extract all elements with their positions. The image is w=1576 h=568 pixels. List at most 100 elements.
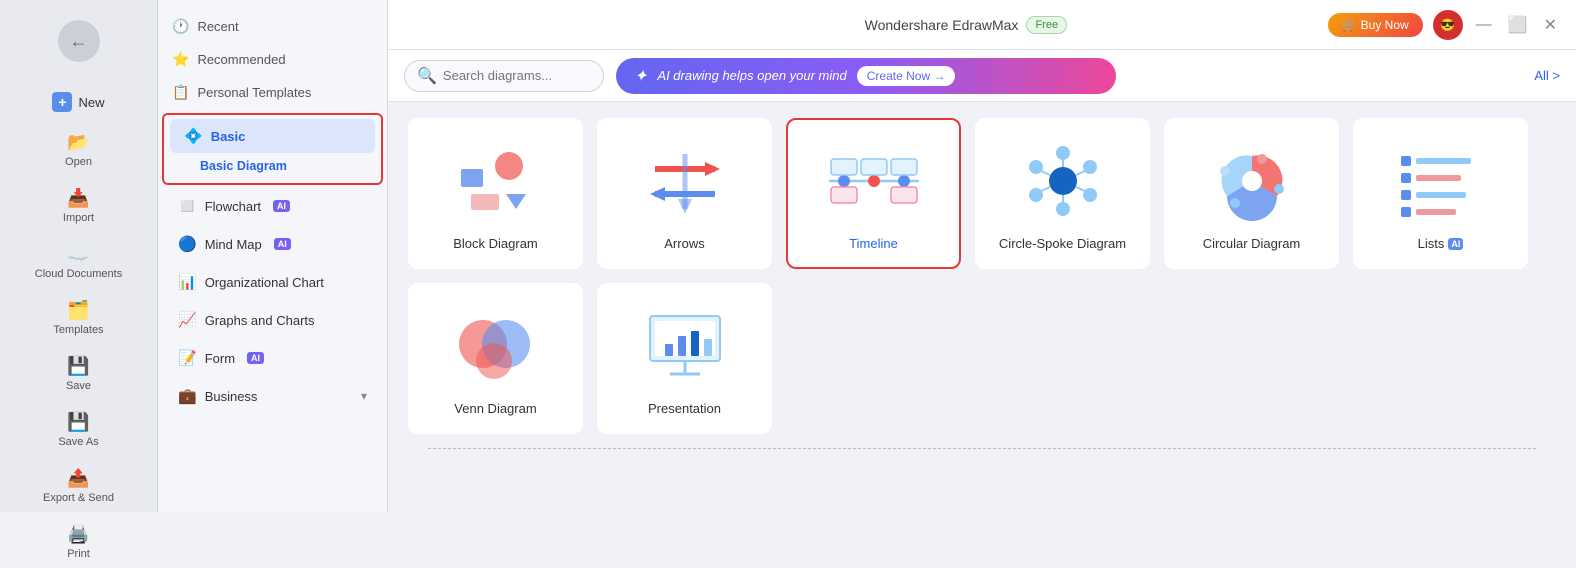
recommended-label: Recommended bbox=[197, 52, 285, 67]
block-diagram-label: Block Diagram bbox=[453, 236, 538, 251]
all-label: All > bbox=[1534, 68, 1560, 83]
print-label: Print bbox=[67, 548, 90, 560]
sidebar-item-import[interactable]: 📥 Import bbox=[6, 180, 151, 232]
sidebar-item-cloud[interactable]: ☁️ Cloud Documents bbox=[6, 236, 151, 288]
recent-item[interactable]: 🕐 Recent bbox=[158, 10, 387, 43]
orgchart-category[interactable]: 📊 Organizational Chart bbox=[164, 265, 381, 299]
create-now-button[interactable]: Create Now → bbox=[857, 66, 956, 86]
business-icon: 💼 bbox=[178, 387, 197, 405]
search-icon: 🔍 bbox=[417, 66, 437, 86]
mid-top-section: 🕐 Recent ⭐ Recommended 📋 Personal Templa… bbox=[158, 10, 387, 109]
basic-diagram-label: Basic Diagram bbox=[200, 159, 287, 173]
graphs-category[interactable]: 📈 Graphs and Charts bbox=[164, 303, 381, 337]
form-icon: 📝 bbox=[178, 349, 197, 367]
sidebar-item-save[interactable]: 💾 Save bbox=[6, 348, 151, 400]
cloud-icon: ☁️ bbox=[67, 244, 89, 265]
flowchart-icon: ◻️ bbox=[178, 197, 197, 215]
flowchart-label: Flowchart bbox=[205, 199, 261, 214]
personal-label: Personal Templates bbox=[197, 85, 311, 100]
circle-spoke-card[interactable]: Circle-Spoke Diagram bbox=[975, 118, 1150, 269]
ai-banner: ✦ AI drawing helps open your mind Create… bbox=[616, 58, 1116, 94]
block-diagram-card[interactable]: Block Diagram bbox=[408, 118, 583, 269]
arrows-label: Arrows bbox=[664, 236, 704, 251]
export-label: Export & Send bbox=[43, 492, 114, 504]
print-icon: 🖨️ bbox=[67, 524, 89, 545]
orgchart-icon: 📊 bbox=[178, 273, 197, 291]
free-badge: Free bbox=[1026, 16, 1067, 34]
folder-icon: 📂 bbox=[67, 132, 89, 153]
header-right: 🛒 Buy Now 😎 — ⬜ ✕ bbox=[1328, 10, 1560, 40]
save-as-icon: 💾 bbox=[67, 412, 89, 433]
personal-icon: 📋 bbox=[172, 84, 189, 101]
circle-spoke-visual bbox=[1018, 136, 1108, 226]
cart-icon: 🛒 bbox=[1342, 18, 1357, 32]
buy-now-button[interactable]: 🛒 Buy Now bbox=[1328, 13, 1423, 37]
dashed-separator bbox=[428, 448, 1536, 449]
presentation-card[interactable]: Presentation bbox=[597, 283, 772, 434]
search-input[interactable] bbox=[443, 68, 583, 83]
graphs-icon: 📈 bbox=[178, 311, 197, 329]
orgchart-label: Organizational Chart bbox=[205, 275, 324, 290]
import-icon: 📥 bbox=[67, 188, 89, 209]
all-link[interactable]: All > bbox=[1534, 68, 1560, 83]
circular-visual bbox=[1207, 136, 1297, 226]
maximize-button[interactable]: ⬜ bbox=[1505, 12, 1531, 38]
circular-card[interactable]: Circular Diagram bbox=[1164, 118, 1339, 269]
venn-visual bbox=[451, 301, 541, 391]
mindmap-icon: 🔵 bbox=[178, 235, 197, 253]
flowchart-category[interactable]: ◻️ Flowchart AI bbox=[164, 189, 381, 223]
app-header: Wondershare EdrawMax Free 🛒 Buy Now 😎 — … bbox=[388, 0, 1576, 50]
arrows-card[interactable]: Arrows bbox=[597, 118, 772, 269]
form-ai-badge: AI bbox=[247, 352, 264, 364]
timeline-label: Timeline bbox=[849, 236, 898, 251]
form-category[interactable]: 📝 Form AI bbox=[164, 341, 381, 375]
sidebar-item-new[interactable]: + New bbox=[6, 84, 151, 120]
sidebar-item-open[interactable]: 📂 Open bbox=[6, 124, 151, 176]
import-label: Import bbox=[63, 212, 94, 224]
personal-templates-item[interactable]: 📋 Personal Templates bbox=[158, 76, 387, 109]
diagram-row-1: Block Diagram Arrows bbox=[408, 118, 1556, 269]
presentation-label: Presentation bbox=[648, 401, 721, 416]
presentation-visual bbox=[640, 301, 730, 391]
lists-card[interactable]: Lists AI bbox=[1353, 118, 1528, 269]
header-center: Wondershare EdrawMax Free bbox=[865, 16, 1067, 34]
business-label: Business bbox=[205, 389, 258, 404]
form-section: 📝 Form AI bbox=[158, 341, 387, 375]
plus-icon: + bbox=[52, 92, 72, 112]
search-box[interactable]: 🔍 bbox=[404, 60, 604, 92]
orgchart-section: 📊 Organizational Chart bbox=[158, 265, 387, 299]
business-section: 💼 Business ▾ bbox=[158, 379, 387, 413]
sidebar-item-export[interactable]: 📤 Export & Send bbox=[6, 460, 151, 512]
save-icon: 💾 bbox=[67, 356, 89, 377]
venn-card[interactable]: Venn Diagram bbox=[408, 283, 583, 434]
cloud-label: Cloud Documents bbox=[35, 268, 122, 280]
recommended-item[interactable]: ⭐ Recommended bbox=[158, 43, 387, 76]
minimize-button[interactable]: — bbox=[1473, 13, 1495, 37]
business-chevron: ▾ bbox=[361, 389, 367, 403]
new-label: New bbox=[78, 95, 104, 110]
business-category[interactable]: 💼 Business ▾ bbox=[164, 379, 381, 413]
open-label: Open bbox=[65, 156, 92, 168]
mindmap-category[interactable]: 🔵 Mind Map AI bbox=[164, 227, 381, 261]
flowchart-section: ◻️ Flowchart AI bbox=[158, 189, 387, 223]
sidebar-item-save-as[interactable]: 💾 Save As bbox=[6, 404, 151, 456]
sidebar-item-print[interactable]: 🖨️ Print bbox=[6, 516, 151, 568]
arrows-visual bbox=[640, 136, 730, 226]
timeline-visual bbox=[819, 136, 929, 226]
venn-label: Venn Diagram bbox=[454, 401, 536, 416]
circular-label: Circular Diagram bbox=[1203, 236, 1301, 251]
basic-category[interactable]: 💠 Basic bbox=[170, 119, 375, 153]
lists-visual bbox=[1396, 136, 1486, 226]
flowchart-ai-badge: AI bbox=[273, 200, 290, 212]
basic-diagram-item[interactable]: Basic Diagram bbox=[164, 153, 381, 179]
save-label: Save bbox=[66, 380, 91, 392]
recommended-icon: ⭐ bbox=[172, 51, 189, 68]
timeline-card[interactable]: Timeline bbox=[786, 118, 961, 269]
close-button[interactable]: ✕ bbox=[1541, 12, 1560, 38]
lists-label: Lists AI bbox=[1418, 236, 1464, 251]
sidebar-item-templates[interactable]: 🗂️ Templates bbox=[6, 292, 151, 344]
mindmap-label: Mind Map bbox=[205, 237, 262, 252]
basic-icon: 💠 bbox=[184, 127, 203, 145]
logo-circle: ← bbox=[58, 20, 100, 62]
user-avatar[interactable]: 😎 bbox=[1433, 10, 1463, 40]
